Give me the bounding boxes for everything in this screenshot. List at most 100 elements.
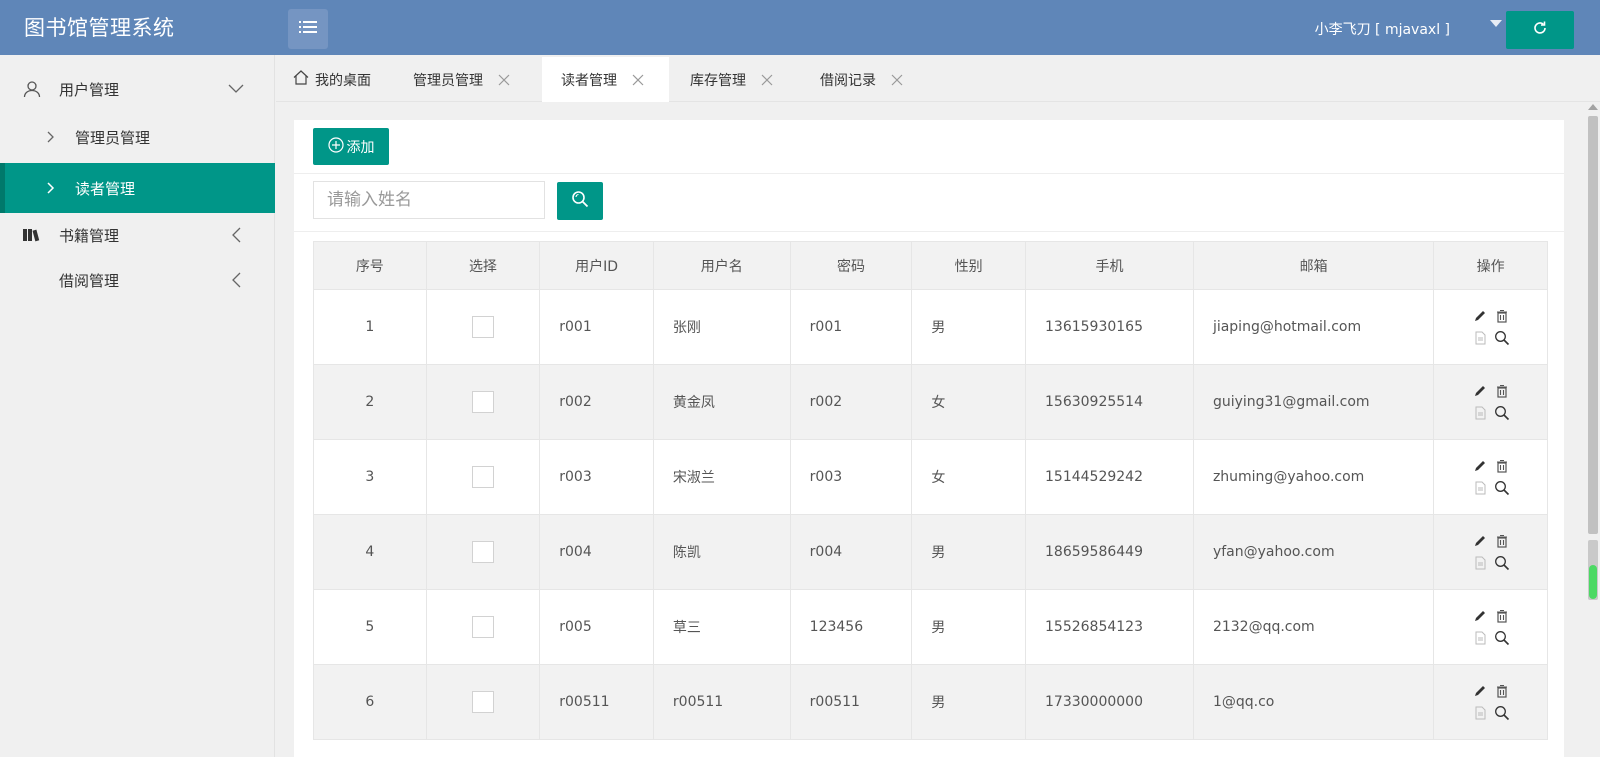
row-actions xyxy=(1472,308,1510,346)
cell-user-id: r004 xyxy=(539,514,654,590)
close-icon[interactable] xyxy=(890,73,904,87)
cell-actions xyxy=(1433,439,1548,515)
table-row: 1 r001 张刚 r001 男 13615930165 jiaping@hotmail.c… xyxy=(313,289,1548,365)
row-checkbox[interactable] xyxy=(471,616,494,638)
row-checkbox[interactable] xyxy=(471,541,494,563)
search-icon xyxy=(571,190,589,212)
tab-inventory-management[interactable]: 库存管理 xyxy=(690,57,774,102)
cell-gender: 男 xyxy=(911,289,1026,365)
app-title: 图书馆管理系统 xyxy=(24,16,175,40)
tab-reader-management[interactable]: 读者管理 xyxy=(542,57,669,102)
tab-admin-management[interactable]: 管理员管理 xyxy=(413,57,511,102)
sidebar-item-reader-management[interactable]: 读者管理 xyxy=(0,163,275,213)
cell-select xyxy=(425,439,541,515)
sidebar-item-book-management[interactable]: 书籍管理 xyxy=(0,211,275,259)
cell-password: r004 xyxy=(789,514,913,590)
sidebar-item-label: 读者管理 xyxy=(75,179,136,198)
table-row: 4 r004 陈凯 r004 男 18659586449 yfan@yahoo.com xyxy=(313,514,1548,590)
delete-icon[interactable] xyxy=(1494,458,1510,474)
menu-toggle-button[interactable] xyxy=(288,9,328,49)
delete-icon[interactable] xyxy=(1494,383,1510,399)
refresh-icon xyxy=(1532,20,1548,40)
caret-down-icon[interactable] xyxy=(1490,20,1502,27)
delete-icon[interactable] xyxy=(1494,533,1510,549)
row-checkbox[interactable] xyxy=(471,391,494,413)
table-row: 5 r005 草三 123456 男 15526854123 2132@qq.com xyxy=(313,589,1548,665)
cell-user-id: r00511 xyxy=(539,664,654,740)
view-details-icon[interactable] xyxy=(1494,555,1510,571)
view-details-icon[interactable] xyxy=(1494,705,1510,721)
cell-gender: 男 xyxy=(911,664,1026,740)
view-details-icon[interactable] xyxy=(1494,630,1510,646)
view-details-icon[interactable] xyxy=(1494,480,1510,496)
tab-label: 借阅记录 xyxy=(820,72,876,89)
view-details-icon[interactable] xyxy=(1494,330,1510,346)
divider xyxy=(294,231,1564,232)
close-icon[interactable] xyxy=(631,73,645,87)
close-icon[interactable] xyxy=(497,73,511,87)
edit-icon[interactable] xyxy=(1472,683,1488,699)
sidebar-item-label: 用户管理 xyxy=(59,80,120,99)
cell-select xyxy=(425,289,541,365)
column-header: 邮箱 xyxy=(1192,241,1435,290)
reader-table: 序号 选择 用户ID 用户名 密码 性别 手机 邮箱 操作 1 r001 张刚 r00… xyxy=(313,241,1548,740)
cell-phone: 17330000000 xyxy=(1025,664,1194,740)
sidebar-item-borrow-management[interactable]: 借阅管理 xyxy=(0,256,275,304)
cell-phone: 15526854123 xyxy=(1025,589,1194,665)
chevron-left-icon xyxy=(227,226,245,244)
edit-icon[interactable] xyxy=(1472,608,1488,624)
edit-icon[interactable] xyxy=(1472,308,1488,324)
cell-actions xyxy=(1433,664,1548,740)
edit-icon[interactable] xyxy=(1472,533,1488,549)
delete-icon[interactable] xyxy=(1494,683,1510,699)
user-menu[interactable]: 小李飞刀 [ mjavaxl ] xyxy=(1315,19,1450,39)
row-checkbox[interactable] xyxy=(471,316,494,338)
cell-actions xyxy=(1433,289,1548,365)
tab-label: 读者管理 xyxy=(561,72,617,89)
edit-icon[interactable] xyxy=(1472,458,1488,474)
top-header: 图书馆管理系统 小李飞刀 [ mjavaxl ] xyxy=(0,0,1600,55)
table-row: 6 r00511 r00511 r00511 男 17330000000 1@qq.co xyxy=(313,664,1548,740)
divider xyxy=(294,173,1564,174)
scrollbar-thumb[interactable] xyxy=(1588,116,1598,534)
name-search-input[interactable] xyxy=(313,181,545,219)
table-header-row: 序号 选择 用户ID 用户名 密码 性别 手机 邮箱 操作 xyxy=(313,241,1548,290)
delete-icon[interactable] xyxy=(1494,308,1510,324)
cell-username: 草三 xyxy=(652,589,791,665)
tab-borrow-records[interactable]: 借阅记录 xyxy=(820,57,904,102)
scroll-up-arrow-icon[interactable] xyxy=(1588,104,1598,110)
add-button[interactable]: 添加 xyxy=(313,128,389,165)
cell-gender: 女 xyxy=(911,364,1026,440)
search-button[interactable] xyxy=(557,182,603,220)
document-icon[interactable] xyxy=(1472,405,1488,421)
content-panel: 添加 序号 选择 用户ID 用户名 密码 性别 手机 邮箱 操作 1 r001张刚… xyxy=(294,120,1564,757)
close-icon[interactable] xyxy=(760,73,774,87)
add-button-label: 添加 xyxy=(346,139,375,156)
sidebar-item-label: 书籍管理 xyxy=(59,226,120,245)
sidebar-item-admin-management[interactable]: 管理员管理 xyxy=(0,113,275,161)
cell-phone: 18659586449 xyxy=(1025,514,1194,590)
document-icon[interactable] xyxy=(1472,705,1488,721)
chevron-right-icon xyxy=(44,128,58,146)
cell-username: 宋淑兰 xyxy=(652,439,791,515)
cell-select xyxy=(425,589,541,665)
tab-my-desktop[interactable]: 我的桌面 xyxy=(293,57,371,102)
document-icon[interactable] xyxy=(1472,330,1488,346)
view-details-icon[interactable] xyxy=(1494,405,1510,421)
edit-icon[interactable] xyxy=(1472,383,1488,399)
row-checkbox[interactable] xyxy=(471,466,494,488)
cell-email: guiying31@gmail.com xyxy=(1192,364,1435,440)
cell-username: r00511 xyxy=(652,664,791,740)
cell-no: 5 xyxy=(313,589,427,665)
refresh-button[interactable] xyxy=(1506,11,1574,49)
cell-select xyxy=(425,664,541,740)
home-icon xyxy=(293,70,309,89)
document-icon[interactable] xyxy=(1472,630,1488,646)
document-icon[interactable] xyxy=(1472,555,1488,571)
row-checkbox[interactable] xyxy=(471,691,494,713)
sidebar-item-label: 借阅管理 xyxy=(59,271,120,290)
delete-icon[interactable] xyxy=(1494,608,1510,624)
document-icon[interactable] xyxy=(1472,480,1488,496)
sidebar-item-user-management[interactable]: 用户管理 xyxy=(0,65,275,113)
cell-select xyxy=(425,514,541,590)
